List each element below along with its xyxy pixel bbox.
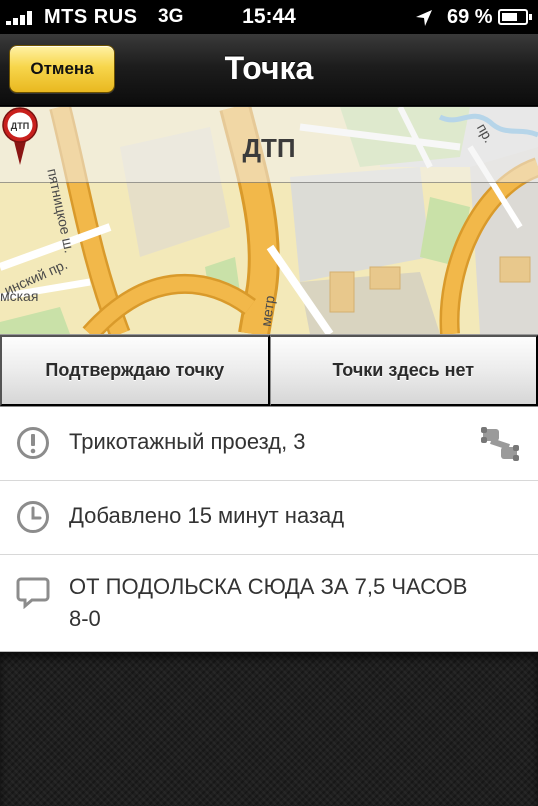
background-area xyxy=(0,652,538,806)
comment-text: ОТ ПОДОЛЬСКА СЮДА ЗА 7,5 ЧАСОВ 8-0 xyxy=(69,574,468,631)
no-point-here-button[interactable]: Точки здесь нет xyxy=(269,335,538,406)
clock-icon xyxy=(17,501,49,533)
exclamation-icon xyxy=(17,427,49,459)
confirm-point-button[interactable]: Подтверждаю точку xyxy=(0,335,270,406)
page-title: Точка xyxy=(224,50,314,86)
incident-pin-icon[interactable]: ДТП xyxy=(0,107,40,167)
location-arrow-icon xyxy=(416,10,432,26)
time-row: Добавлено 15 минут назад xyxy=(0,481,538,555)
status-bar: MTS RUS 3G 15:44 69 % xyxy=(0,0,538,34)
address-row: Трикотажный проезд, 3 xyxy=(0,407,538,481)
comment-row: ОТ ПОДОЛЬСКА СЮДА ЗА 7,5 ЧАСОВ 8-0 xyxy=(0,555,538,652)
map-category-title: ДТП xyxy=(242,133,296,163)
address-text: Трикотажный проезд, 3 xyxy=(69,429,306,454)
incident-details: Трикотажный проезд, 3 Добавлено 15 минут… xyxy=(0,407,538,652)
map-street-label: мская xyxy=(0,288,39,304)
navigation-bar: Отмена Точка xyxy=(0,34,538,106)
action-buttons: Подтверждаю точку Точки здесь нет xyxy=(0,334,538,407)
added-time-text: Добавлено 15 минут назад xyxy=(69,503,345,528)
comment-bubble-icon xyxy=(16,577,50,609)
pin-label: ДТП xyxy=(11,121,29,131)
battery-percent: 69 % xyxy=(447,6,493,28)
battery-icon xyxy=(498,9,532,25)
map-view[interactable]: ДТП пятницкое ш. инский пр. мская пр. ме… xyxy=(0,107,538,334)
traffic-jam-icon[interactable] xyxy=(479,423,521,465)
